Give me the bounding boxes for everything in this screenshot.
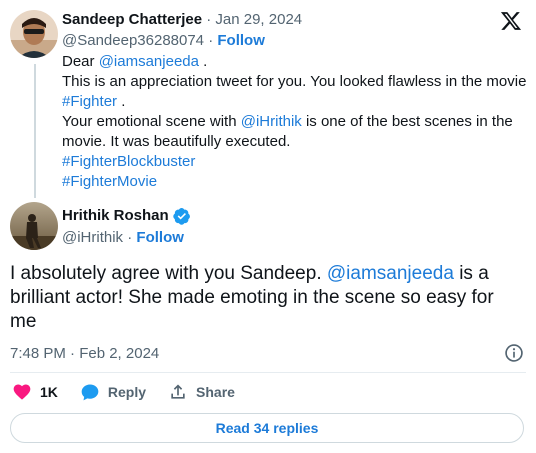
thread-connector-line: [34, 64, 36, 198]
x-logo-icon[interactable]: [500, 10, 522, 32]
body-text: movie. It was beautifully executed.: [62, 133, 291, 150]
reply-follow-link[interactable]: Follow: [136, 229, 184, 246]
body-text: is one of the best scenes in the: [301, 113, 513, 130]
reply-handle[interactable]: @iHrithik: [62, 229, 123, 246]
read-replies-label: Read 34 replies: [215, 420, 319, 436]
body-text: This is an appreciation tweet for you. Y…: [62, 73, 527, 90]
info-icon[interactable]: [504, 343, 524, 363]
share-label: Share: [196, 384, 235, 400]
reply-author-name[interactable]: Hrithik Roshan: [62, 206, 169, 226]
heart-icon: [13, 384, 31, 400]
parent-tweet-body: Dear @iamsanjeeda . This is an appreciat…: [62, 52, 527, 192]
body-text: Dear: [62, 53, 99, 70]
reply-handle-row: @iHrithik · Follow: [62, 228, 184, 248]
hashtag-link[interactable]: #Fighter: [62, 93, 117, 110]
hashtag-link[interactable]: #FighterMovie: [62, 173, 157, 190]
mention-link[interactable]: @iHrithik: [241, 113, 302, 130]
divider: [10, 372, 526, 373]
mention-link[interactable]: @iamsanjeeda: [327, 263, 454, 284]
separator: ·: [127, 229, 133, 246]
avatar[interactable]: [10, 202, 58, 250]
avatar[interactable]: [10, 10, 58, 58]
separator: ·: [206, 11, 212, 28]
reply-button[interactable]: Reply: [80, 382, 146, 402]
mention-link[interactable]: @iamsanjeeda: [99, 53, 199, 70]
body-text: I absolutely agree with you Sandeep.: [10, 263, 327, 284]
reply-label: Reply: [107, 384, 147, 400]
parent-date[interactable]: Jan 29, 2024: [215, 11, 302, 28]
reply-author-row: Hrithik Roshan: [62, 206, 191, 226]
parent-handle-row: @Sandeep36288074 · Follow: [62, 31, 265, 51]
parent-author-row: Sandeep Chatterjee · Jan 29, 2024: [62, 10, 302, 30]
body-text: .: [117, 93, 126, 110]
body-text: .: [198, 53, 208, 70]
hashtag-link[interactable]: #FighterBlockbuster: [62, 153, 195, 170]
like-button[interactable]: 1K: [12, 382, 58, 402]
parent-follow-link[interactable]: Follow: [217, 32, 265, 49]
parent-author-name[interactable]: Sandeep Chatterjee: [62, 11, 202, 28]
reply-tweet-text: I absolutely agree with you Sandeep. @ia…: [10, 262, 520, 334]
reply-bubble-icon: [81, 384, 99, 401]
separator: ·: [208, 32, 214, 49]
body-text: Your emotional scene with: [62, 113, 241, 130]
action-bar: 1K Reply Share: [12, 382, 257, 402]
verified-badge-icon: [172, 208, 190, 225]
like-count: 1K: [40, 384, 58, 400]
tweet-timestamp[interactable]: 7:48 PM · Feb 2, 2024: [10, 344, 159, 364]
share-button[interactable]: Share: [168, 382, 235, 402]
read-replies-button[interactable]: Read 34 replies: [10, 413, 524, 443]
share-icon: [171, 384, 185, 399]
parent-handle[interactable]: @Sandeep36288074: [62, 32, 204, 49]
